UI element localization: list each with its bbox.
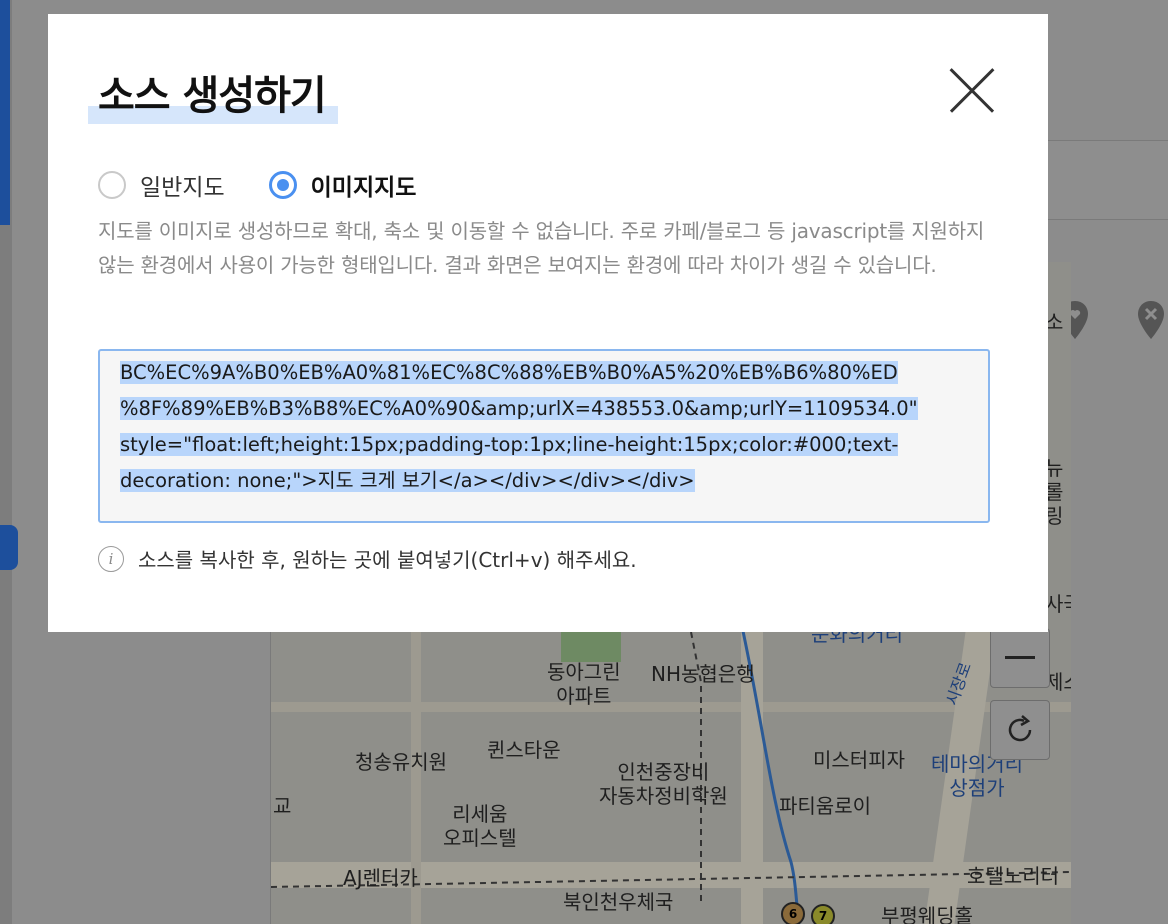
- map-label: 파티움로이: [779, 794, 871, 818]
- map-label: NH농협은행: [651, 662, 755, 686]
- reset-button[interactable]: [990, 700, 1050, 760]
- radio-label: 일반지도: [140, 175, 225, 201]
- map-label: AJ렌터카: [343, 866, 418, 890]
- source-code-textarea[interactable]: BC%EC%9A%B0%EB%A0%81%EC%8C%88%EB%B0%A5%2…: [98, 349, 990, 523]
- hint-text: 소스를 복사한 후, 원하는 곳에 붙여넣기(Ctrl+v) 해주세요.: [138, 548, 637, 572]
- create-source-modal: 소스 생성하기 일반지도 이미지지도 지도를 이미지로 생성하므로 확대, 축소…: [48, 14, 1048, 632]
- info-icon: i: [98, 545, 124, 572]
- map-label: 인천중장비 자동차정비학원: [599, 760, 728, 808]
- zoom-out-button[interactable]: [990, 628, 1050, 688]
- radio-checked-icon[interactable]: [268, 171, 297, 199]
- copy-hint: i 소스를 복사한 후, 원하는 곳에 붙여넣기(Ctrl+v) 해주세요.: [98, 544, 637, 573]
- map-pin-remove-icon: [1138, 301, 1164, 339]
- map-label: 사국: [1045, 592, 1071, 616]
- background-toolbar: [1048, 140, 1168, 339]
- background-blue-tab: [0, 525, 18, 570]
- code-line: decoration: none;">지도 크게 보기</a></div></d…: [120, 469, 695, 492]
- map-label: 북인천우체국: [563, 890, 674, 914]
- map-label: 미스터피자: [813, 748, 905, 772]
- map-label: 뉴 롤링: [1045, 456, 1064, 528]
- source-code-text[interactable]: BC%EC%9A%B0%EB%A0%81%EC%8C%88%EB%B0%A5%2…: [120, 355, 960, 499]
- modal-title: 소스 생성하기: [98, 73, 327, 119]
- close-icon[interactable]: [950, 68, 994, 112]
- map-label: 부평웨딩홀: [881, 904, 973, 924]
- map-label: 청송유치원: [355, 750, 447, 774]
- modal-header: 소스 생성하기: [88, 72, 338, 124]
- map-label: 호텔노리터: [967, 864, 1059, 888]
- radio-option-image-map[interactable]: 이미지지도: [268, 168, 417, 202]
- minus-icon: [1005, 656, 1035, 659]
- map-type-radio-group: 일반지도 이미지지도: [98, 168, 460, 202]
- map-label: 리세움 오피스텔: [443, 802, 517, 850]
- code-line: style="float:left;height:15px;padding-to…: [120, 433, 899, 456]
- metro-badge: 6: [781, 902, 805, 924]
- code-line: BC%EC%9A%B0%EB%A0%81%EC%8C%88%EB%B0%A5%2…: [120, 361, 898, 384]
- radio-label: 이미지지도: [310, 175, 417, 201]
- background-blue-bar: [0, 0, 10, 225]
- refresh-icon: [1008, 715, 1032, 742]
- code-line: %8F%89%EB%B3%B8%EC%A0%90&amp;urlX=438553…: [120, 397, 918, 420]
- metro-badge: 7: [811, 904, 835, 924]
- map-label: 퀸스타운: [487, 738, 561, 762]
- map-label: 교: [273, 794, 292, 818]
- radio-unchecked-icon[interactable]: [98, 171, 126, 199]
- map-label: 동아그린 아파트: [547, 660, 621, 708]
- radio-option-general-map[interactable]: 일반지도: [98, 168, 225, 202]
- description-text: 지도를 이미지로 생성하므로 확대, 축소 및 이동할 수 없습니다. 주로 카…: [98, 219, 985, 277]
